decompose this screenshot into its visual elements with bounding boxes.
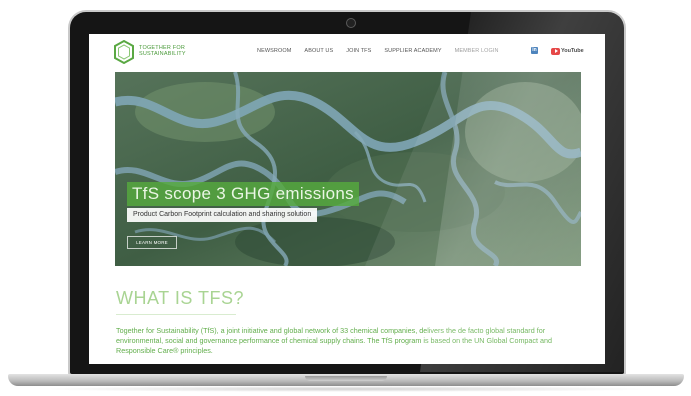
hexagon-logo-icon [114, 40, 134, 64]
laptop-shadow [30, 386, 662, 392]
nav-item-supplier-academy[interactable]: SUPPLIER ACADEMY [384, 48, 441, 54]
laptop-base-notch [305, 376, 387, 381]
site-header: TOGETHER FOR SUSTAINABILITY NEWSROOM ABO… [89, 34, 605, 72]
linkedin-icon[interactable]: in [531, 47, 538, 54]
hero-title: TfS scope 3 GHG emissions [127, 182, 359, 206]
hero-aerial-image [115, 72, 581, 266]
youtube-icon [551, 47, 560, 55]
nav-item-newsroom[interactable]: NEWSROOM [257, 48, 291, 54]
nav-item-about-us[interactable]: ABOUT US [304, 48, 333, 54]
nav-item-join-tfs[interactable]: JOIN TFS [346, 48, 371, 54]
learn-more-button[interactable]: LEARN MORE [127, 236, 177, 249]
logo-text: TOGETHER FOR SUSTAINABILITY [139, 45, 203, 57]
logo-line2: SUSTAINABILITY [139, 51, 186, 57]
section-title: WHAT IS TFS? [116, 288, 245, 308]
hero-banner: TfS scope 3 GHG emissions Product Carbon… [115, 72, 581, 266]
main-nav: NEWSROOM ABOUT US JOIN TFS SUPPLIER ACAD… [257, 48, 512, 54]
youtube-link[interactable]: YouTube [551, 47, 584, 55]
site-logo[interactable]: TOGETHER FOR SUSTAINABILITY [113, 40, 203, 66]
youtube-label: YouTube [561, 48, 584, 54]
section-body-text: Together for Sustainability (TfS), a joi… [116, 326, 553, 355]
nav-item-member-login[interactable]: MEMBER LOGIN [455, 48, 499, 54]
laptop-screen: TOGETHER FOR SUSTAINABILITY NEWSROOM ABO… [89, 34, 605, 364]
section-divider [116, 314, 236, 315]
camera-icon [346, 18, 356, 28]
hero-subtitle: Product Carbon Footprint calculation and… [127, 208, 318, 222]
